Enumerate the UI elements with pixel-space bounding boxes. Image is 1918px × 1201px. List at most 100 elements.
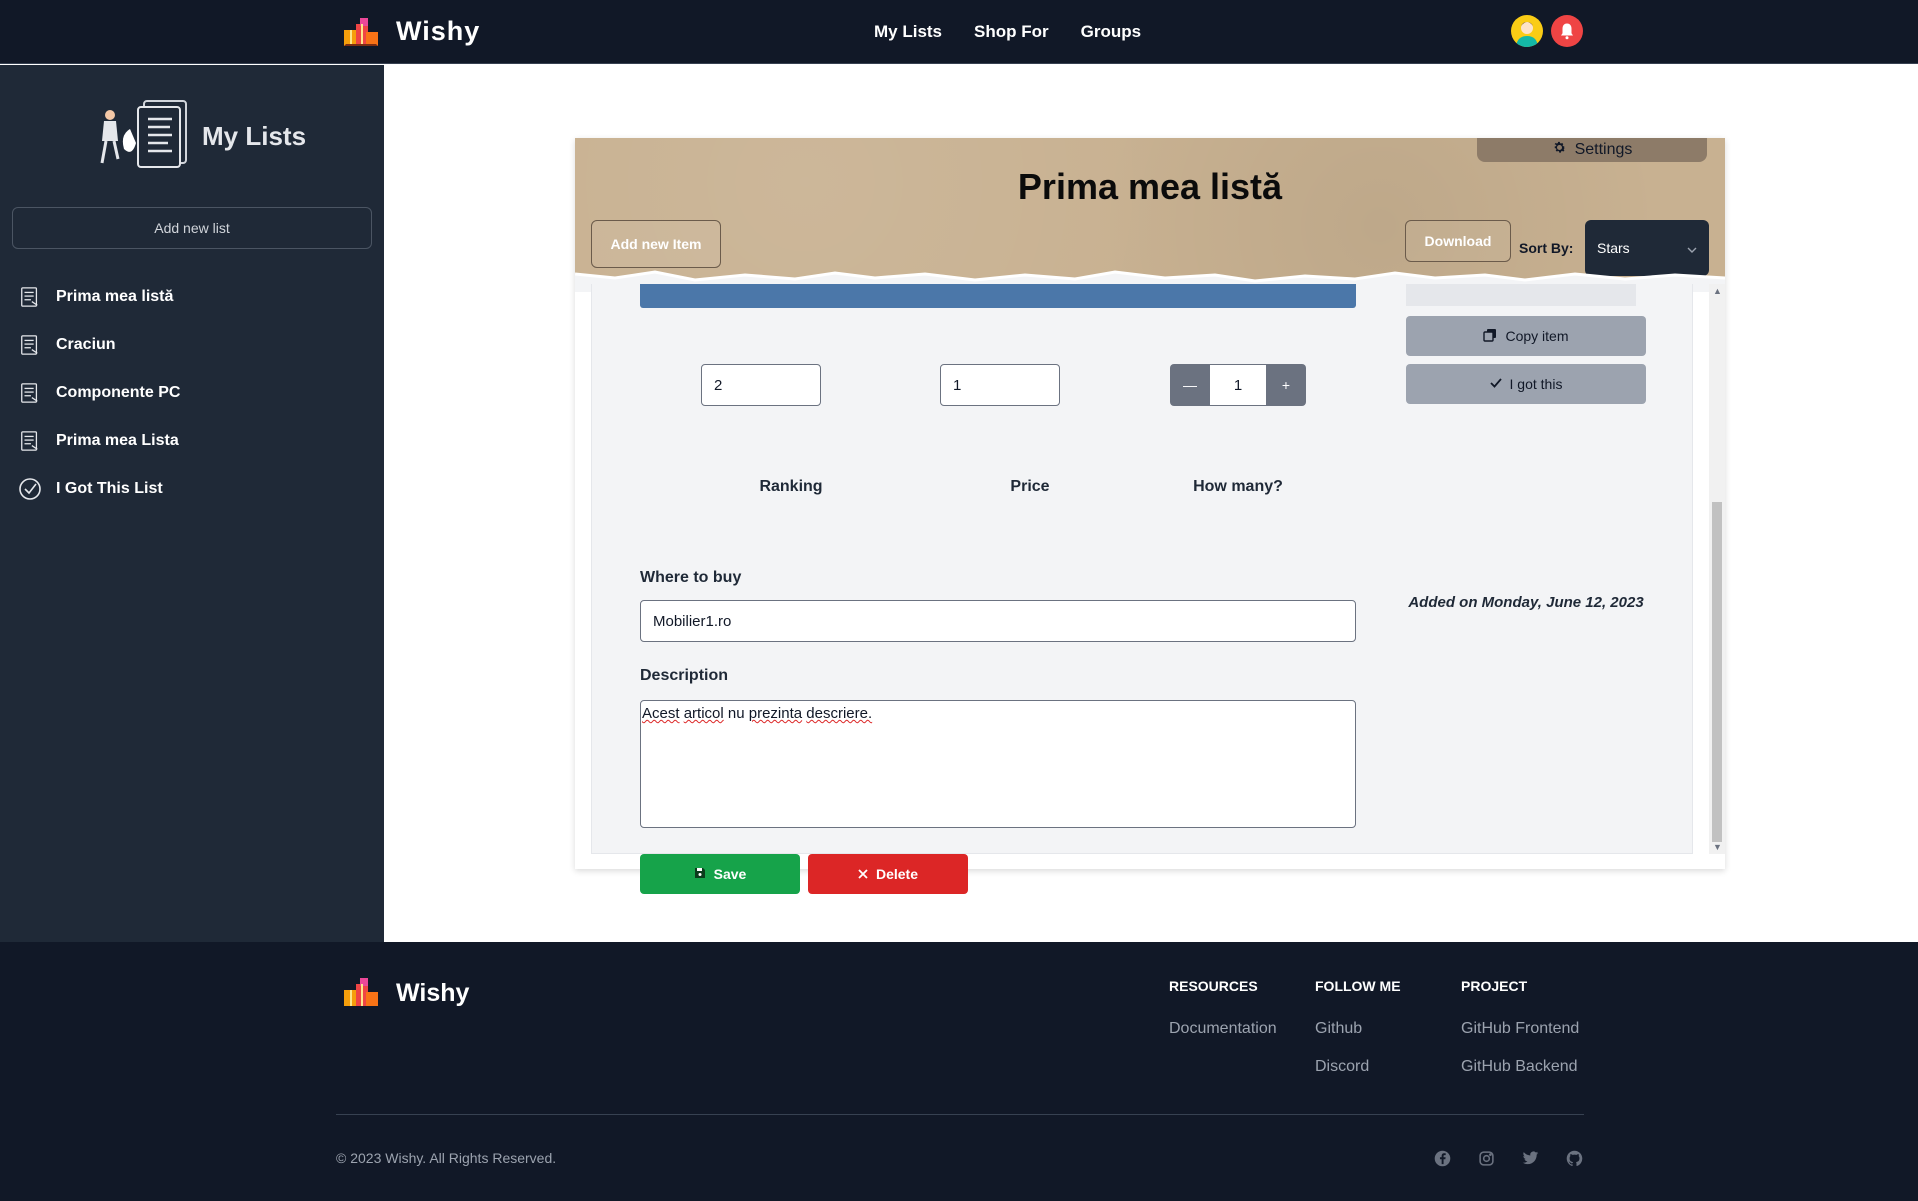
- description-label: Description: [640, 667, 729, 684]
- settings-label: Settings: [1574, 141, 1633, 158]
- footer-link-discord[interactable]: Discord: [1315, 1058, 1401, 1076]
- description-word: descriere.: [806, 705, 873, 722]
- brand[interactable]: Wishy: [342, 14, 480, 48]
- ranking-label: Ranking: [759, 478, 823, 495]
- footer-brand-name: Wishy: [396, 979, 470, 1007]
- gift-logo-icon: [342, 14, 380, 48]
- gear-icon: [1552, 140, 1567, 160]
- copy-item-label: Copy item: [1505, 328, 1569, 344]
- check-circle-icon: [18, 477, 42, 501]
- user-avatar[interactable]: [1511, 15, 1543, 47]
- close-icon: [858, 866, 868, 882]
- check-icon: [1489, 376, 1502, 392]
- item-scrollbar[interactable]: ▲ ▼: [1709, 284, 1725, 854]
- list-header: Settings Prima mea listă Add new Item Do…: [575, 138, 1725, 292]
- sidebar-item-i-got-this-list[interactable]: I Got This List: [18, 465, 180, 513]
- i-got-this-button[interactable]: I got this: [1406, 364, 1646, 404]
- nav-my-lists[interactable]: My Lists: [874, 22, 942, 42]
- footer-heading: PROJECT: [1461, 978, 1528, 994]
- decrement-button[interactable]: —: [1170, 364, 1210, 406]
- sort-value: Stars: [1597, 240, 1630, 256]
- sidebar-item-label: Craciun: [56, 336, 116, 353]
- list-title: Prima mea listă: [1017, 166, 1283, 207]
- instagram-icon[interactable]: [1476, 1148, 1496, 1168]
- chevron-down-icon: [1687, 242, 1697, 258]
- scroll-up-arrow-icon[interactable]: ▲: [1713, 286, 1722, 296]
- top-navbar: Wishy My Lists Shop For Groups: [0, 0, 1918, 64]
- download-button[interactable]: Download: [1405, 220, 1511, 262]
- quantity-stepper: — 1 +: [1170, 364, 1306, 406]
- copy-item-button[interactable]: Copy item: [1406, 316, 1646, 356]
- footer-brand[interactable]: Wishy: [342, 974, 469, 1013]
- floppy-disk-icon: [694, 866, 706, 882]
- nav-shop-for[interactable]: Shop For: [974, 22, 1049, 42]
- facebook-icon[interactable]: [1432, 1148, 1452, 1168]
- save-label: Save: [713, 866, 747, 882]
- footer-column-follow-me: FOLLOW ME Github Discord: [1315, 978, 1401, 1096]
- i-got-this-label: I got this: [1509, 376, 1563, 392]
- sidebar-item-label: Prima mea listă: [56, 288, 174, 305]
- delete-label: Delete: [875, 866, 919, 882]
- sidebar-item-componente-pc[interactable]: Componente PC: [18, 369, 180, 417]
- copyright: © 2023 Wishy. All Rights Reserved.: [336, 1150, 557, 1166]
- sidebar-item-prima-mea-lista-2[interactable]: Prima mea Lista: [18, 417, 180, 465]
- list-icon: [18, 381, 42, 405]
- sidebar-item-label: I Got This List: [56, 480, 163, 497]
- description-word: nu: [727, 705, 745, 722]
- add-new-item-button[interactable]: Add new Item: [591, 220, 721, 268]
- footer-column-project: PROJECT GitHub Frontend GitHub Backend: [1461, 978, 1579, 1096]
- sidebar-item-craciun[interactable]: Craciun: [18, 321, 180, 369]
- price-label: Price: [1010, 478, 1050, 495]
- list-menu: Prima mea listă Craciun Componente PC Pr…: [18, 273, 180, 513]
- lists-illustration-icon: [96, 99, 192, 174]
- description-textarea[interactable]: Acest articol nu prezinta descriere.: [640, 700, 1356, 828]
- gift-logo-icon: [342, 974, 380, 1013]
- description-word: Acest: [642, 705, 680, 722]
- settings-button[interactable]: Settings: [1477, 138, 1707, 162]
- copy-icon: [1483, 328, 1497, 345]
- sidebar-item-label: Prima mea Lista: [56, 432, 179, 449]
- scroll-down-arrow-icon[interactable]: ▼: [1713, 842, 1722, 852]
- added-on-date: Added on Monday, June 12, 2023: [1408, 594, 1644, 611]
- quantity-label: How many?: [1193, 478, 1283, 495]
- footer-link-github[interactable]: Github: [1315, 1020, 1401, 1038]
- sidebar: My Lists Add new list Prima mea listă Cr…: [0, 65, 384, 942]
- social-links: [1432, 1148, 1584, 1168]
- sidebar-title: My Lists: [202, 121, 307, 151]
- footer: Wishy RESOURCES Documentation FOLLOW ME …: [0, 942, 1918, 1201]
- item-editor: Ranking 2 Price 1 How many? — 1 + Where …: [591, 284, 1693, 894]
- footer-heading: FOLLOW ME: [1315, 978, 1401, 994]
- footer-divider: [336, 1114, 1584, 1115]
- price-input[interactable]: 1: [940, 364, 1060, 406]
- delete-button[interactable]: Delete: [808, 854, 968, 894]
- list-icon: [18, 285, 42, 309]
- footer-link-github-frontend[interactable]: GitHub Frontend: [1461, 1020, 1579, 1038]
- where-to-buy-input[interactable]: Mobilier1.ro: [640, 600, 1356, 642]
- footer-link-documentation[interactable]: Documentation: [1169, 1020, 1277, 1038]
- sidebar-item-label: Componente PC: [56, 384, 181, 401]
- twitter-icon[interactable]: [1520, 1148, 1540, 1168]
- notifications-bell-icon[interactable]: [1551, 15, 1583, 47]
- nav-groups[interactable]: Groups: [1081, 22, 1141, 42]
- footer-link-github-backend[interactable]: GitHub Backend: [1461, 1058, 1579, 1076]
- scrollbar-thumb[interactable]: [1712, 502, 1722, 842]
- add-new-list-button[interactable]: Add new list: [12, 207, 372, 249]
- sort-by-label: Sort By:: [1519, 240, 1574, 256]
- item-thumbnail-strip: [1406, 284, 1636, 306]
- sidebar-item-prima-mea-lista[interactable]: Prima mea listă: [18, 273, 180, 321]
- item-image-bar: [640, 284, 1356, 308]
- description-word: prezinta: [748, 705, 803, 722]
- description-word: articol: [683, 705, 724, 722]
- quantity-value[interactable]: 1: [1210, 364, 1266, 406]
- sidebar-header: My Lists: [96, 99, 306, 174]
- save-button[interactable]: Save: [640, 854, 800, 894]
- github-icon[interactable]: [1564, 1148, 1584, 1168]
- footer-column-resources: RESOURCES Documentation: [1169, 978, 1277, 1058]
- main-nav: My Lists Shop For Groups: [874, 22, 1141, 42]
- increment-button[interactable]: +: [1266, 364, 1306, 406]
- ranking-input[interactable]: 2: [701, 364, 821, 406]
- where-to-buy-label: Where to buy: [640, 569, 742, 586]
- list-icon: [18, 429, 42, 453]
- wishlist-card: Settings Prima mea listă Add new Item Do…: [575, 138, 1725, 894]
- footer-heading: RESOURCES: [1169, 978, 1258, 994]
